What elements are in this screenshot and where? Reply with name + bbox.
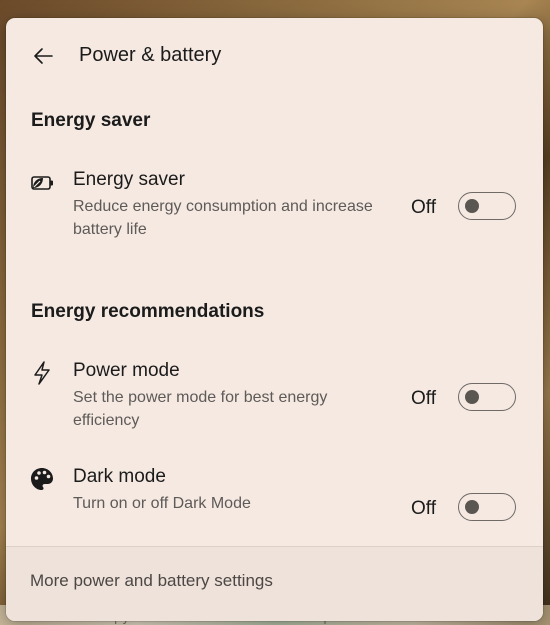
toggle-knob bbox=[465, 199, 479, 213]
flyout-footer: More power and battery settings bbox=[6, 546, 543, 621]
section-heading-energy-recommendations: Energy recommendations bbox=[31, 301, 265, 322]
dark-mode-title: Dark mode bbox=[73, 466, 166, 487]
dark-mode-toggle[interactable] bbox=[458, 493, 516, 521]
flyout-header: Power & battery bbox=[6, 18, 543, 92]
power-mode-description: Set the power mode for best energy effic… bbox=[73, 389, 328, 429]
back-button[interactable] bbox=[26, 40, 60, 72]
section-heading-energy-saver: Energy saver bbox=[31, 110, 151, 131]
battery-leaf-icon bbox=[29, 170, 55, 196]
energy-saver-row: Energy saver Reduce energy consumption a… bbox=[6, 168, 543, 248]
power-battery-flyout: Power & battery Energy saver Energy save… bbox=[6, 18, 543, 621]
power-mode-state: Off bbox=[411, 388, 436, 409]
energy-saver-toggle[interactable] bbox=[458, 192, 516, 220]
page-title: Power & battery bbox=[79, 44, 222, 66]
power-mode-toggle[interactable] bbox=[458, 383, 516, 411]
dark-mode-state: Off bbox=[411, 498, 436, 519]
arrow-left-icon bbox=[34, 48, 53, 64]
toggle-knob bbox=[465, 500, 479, 514]
palette-icon bbox=[29, 466, 55, 492]
power-mode-title: Power mode bbox=[73, 360, 180, 381]
power-mode-row: Power mode Set the power mode for best e… bbox=[6, 359, 543, 439]
dark-mode-row: Dark mode Turn on or off Dark Mode Off bbox=[6, 465, 543, 525]
dark-mode-description: Turn on or off Dark Mode bbox=[73, 495, 251, 512]
energy-saver-description: Reduce energy consumption and increase b… bbox=[73, 198, 373, 238]
toggle-knob bbox=[465, 390, 479, 404]
more-power-settings-link[interactable]: More power and battery settings bbox=[30, 571, 273, 591]
energy-saver-title: Energy saver bbox=[73, 169, 185, 190]
energy-saver-state: Off bbox=[411, 197, 436, 218]
lightning-icon bbox=[29, 360, 55, 386]
